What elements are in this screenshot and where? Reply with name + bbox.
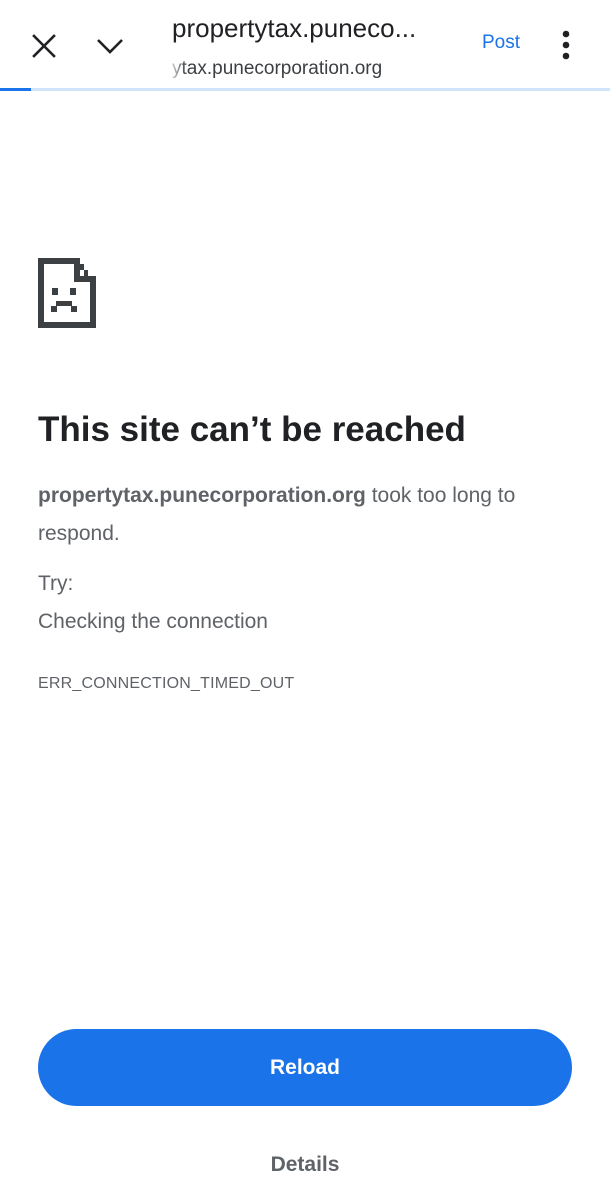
close-button[interactable] — [22, 28, 66, 64]
page-info[interactable]: propertytax.puneco... ytax.punecorporati… — [172, 8, 462, 82]
more-options-button[interactable] — [546, 22, 586, 68]
error-host: propertytax.punecorporation.org — [38, 484, 366, 507]
more-vert-icon — [562, 30, 570, 60]
page-load-progress-bar — [0, 88, 610, 91]
error-code: ERR_CONNECTION_TIMED_OUT — [38, 675, 295, 692]
details-button[interactable]: Details — [240, 1148, 370, 1182]
custom-tab-toolbar: propertytax.puneco... ytax.punecorporati… — [0, 0, 610, 91]
close-icon — [32, 34, 56, 58]
chevron-down-icon — [97, 39, 123, 54]
reload-button[interactable]: Reload — [38, 1029, 572, 1106]
minimize-button[interactable] — [88, 28, 132, 64]
progress-fill — [0, 88, 31, 91]
post-button[interactable]: Post — [482, 30, 520, 56]
try-label: Try: — [38, 572, 74, 595]
error-description: propertytax.punecorporation.org took too… — [38, 477, 568, 553]
sad-page-icon — [38, 258, 96, 328]
suggestion-check-connection: Checking the connection — [38, 610, 268, 633]
page-title: propertytax.puneco... — [172, 13, 417, 43]
error-heading: This site can’t be reached — [38, 410, 466, 449]
page-url: ytax.punecorporation.org — [172, 58, 383, 79]
